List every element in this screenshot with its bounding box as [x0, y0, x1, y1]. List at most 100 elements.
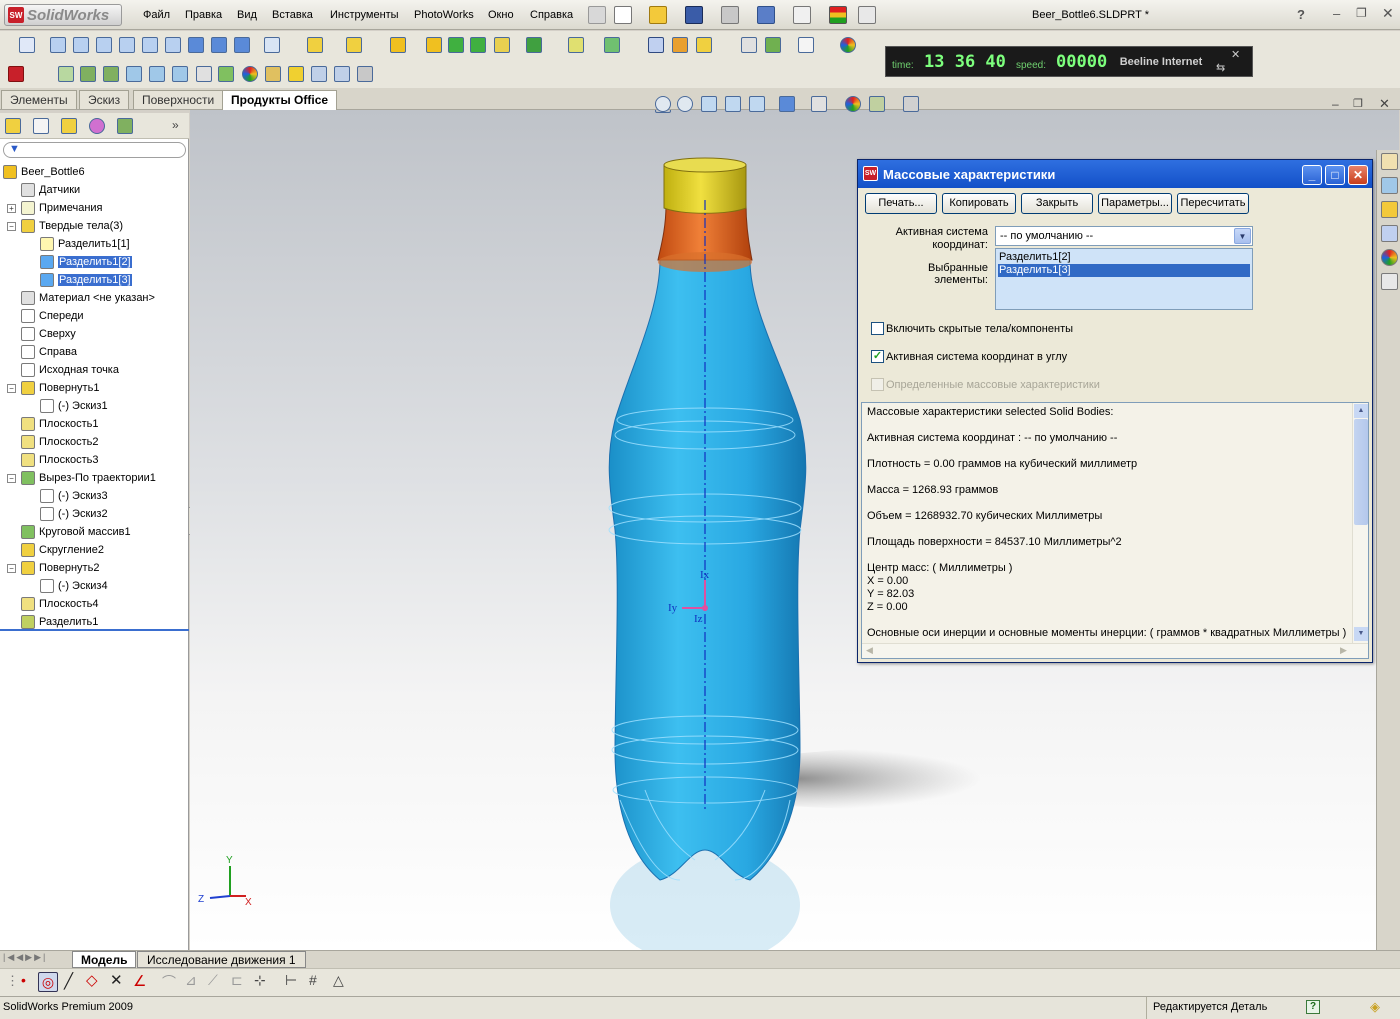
tree-item[interactable]: Датчики: [21, 181, 80, 199]
view-back-icon[interactable]: [73, 37, 89, 53]
pin-icon[interactable]: [588, 6, 606, 24]
circle-center-icon[interactable]: ◎: [38, 972, 58, 992]
help-icon[interactable]: ?: [1297, 7, 1305, 22]
select-icon[interactable]: [798, 37, 814, 53]
extend-icon[interactable]: ⊏: [231, 972, 243, 989]
menu-edit[interactable]: Правка: [185, 9, 222, 21]
print-icon[interactable]: [721, 6, 739, 24]
mass-properties-icon[interactable]: [672, 37, 688, 53]
scroll-right-icon[interactable]: ▶: [1340, 645, 1347, 656]
tree-item[interactable]: Плоскость2: [21, 433, 99, 451]
menu-window[interactable]: Окно: [488, 9, 514, 21]
offset-icon[interactable]: ⊿: [185, 972, 197, 989]
dimension-icon[interactable]: ⊢: [285, 972, 297, 989]
tree-item[interactable]: Плоскость4: [21, 595, 99, 613]
scroll-down-icon[interactable]: ▼: [1354, 627, 1368, 641]
fillet-icon[interactable]: [494, 37, 510, 53]
menu-tools[interactable]: Инструменты: [330, 9, 399, 21]
tree-item[interactable]: Сверху: [21, 325, 76, 343]
home-icon[interactable]: [1381, 153, 1398, 170]
chevron-down-icon[interactable]: ▼: [1234, 228, 1251, 244]
tree-item[interactable]: (-) Эскиз1: [40, 397, 108, 415]
expand-toggle-icon[interactable]: +: [7, 204, 16, 213]
select-arrow-icon[interactable]: [793, 6, 811, 24]
undo-icon[interactable]: [757, 6, 775, 24]
sweep-icon[interactable]: [448, 37, 464, 53]
zoom-area-icon[interactable]: [677, 96, 693, 112]
tree-item[interactable]: Разделить1[2]: [40, 253, 132, 271]
tag-icon[interactable]: ◈: [1370, 999, 1380, 1015]
render-selection-icon[interactable]: [103, 66, 119, 82]
convert-icon[interactable]: ⟋: [208, 972, 218, 989]
tree-item[interactable]: Разделить1[3]: [40, 271, 132, 289]
document-properties-icon[interactable]: [741, 37, 757, 53]
rebuild-icon[interactable]: [829, 6, 847, 24]
help-status-icon[interactable]: ?: [1306, 1000, 1320, 1014]
scroll-up-icon[interactable]: ▲: [1354, 404, 1368, 418]
tab-motion-study[interactable]: Исследование движения 1: [137, 951, 306, 968]
tree-item[interactable]: Материал <не указан>: [21, 289, 155, 307]
split-icon[interactable]: ⊹: [254, 972, 266, 989]
revolve-icon[interactable]: [426, 37, 442, 53]
dialog-close-button[interactable]: ✕: [1348, 165, 1368, 185]
close-icon[interactable]: ✕: [1382, 5, 1394, 22]
open-folder-icon[interactable]: [649, 6, 667, 24]
photoworks-tab-icon[interactable]: [117, 118, 133, 134]
check-icon[interactable]: [696, 37, 712, 53]
scenes-icon[interactable]: [869, 96, 885, 112]
selected-items-list[interactable]: Разделить1[2] Разделить1[3]: [995, 248, 1253, 310]
tab-model[interactable]: Модель: [72, 951, 137, 968]
preview-icon[interactable]: [334, 66, 350, 82]
menu-view[interactable]: Вид: [237, 9, 257, 21]
view-left-icon[interactable]: [96, 37, 112, 53]
mirror-icon[interactable]: ⌒: [162, 972, 176, 992]
expand-toggle-icon[interactable]: −: [7, 474, 16, 483]
tree-item[interactable]: (-) Эскиз4: [40, 577, 108, 595]
tree-item[interactable]: Скругление2: [21, 541, 104, 559]
dimxpert-tab-icon[interactable]: [89, 118, 105, 134]
options-icon[interactable]: [858, 6, 876, 24]
design-library-icon[interactable]: [1381, 177, 1398, 194]
selected-item-1[interactable]: Разделить1[2]: [998, 251, 1250, 264]
print-button[interactable]: Печать...: [865, 193, 937, 214]
loft-icon[interactable]: [470, 37, 486, 53]
menu-insert[interactable]: Вставка: [272, 9, 313, 21]
relations-icon[interactable]: △: [333, 972, 344, 989]
results-vscrollbar[interactable]: ▲ ▼: [1352, 403, 1368, 643]
file-explorer-icon[interactable]: [1381, 201, 1398, 218]
view-iso-icon[interactable]: [188, 37, 204, 53]
tree-item[interactable]: Плоскость3: [21, 451, 99, 469]
expand-toggle-icon[interactable]: −: [7, 384, 16, 393]
view-orientation-icon[interactable]: [749, 96, 765, 112]
lights-icon[interactable]: [288, 66, 304, 82]
render-to-file-icon[interactable]: [149, 66, 165, 82]
render-last-icon[interactable]: [126, 66, 142, 82]
viewport-close-icon[interactable]: ✕: [1379, 96, 1390, 112]
expand-toggle-icon[interactable]: −: [7, 222, 16, 231]
view-dimetric-icon[interactable]: [234, 37, 250, 53]
rollback-bar[interactable]: [0, 629, 189, 631]
view-palette-icon[interactable]: [1381, 225, 1398, 242]
tab-surfaces[interactable]: Поверхности: [133, 90, 224, 109]
parameters-button[interactable]: Параметры...: [1098, 193, 1172, 214]
dialog-minimize-button[interactable]: _: [1302, 165, 1322, 185]
tree-item[interactable]: Твердые тела(3): [21, 217, 123, 235]
coord-system-select[interactable]: -- по умолчанию -- ▼: [995, 226, 1253, 246]
reference-geometry-icon[interactable]: [568, 37, 584, 53]
copy-button[interactable]: Копировать: [942, 193, 1016, 214]
viewport-restore-icon[interactable]: ❐: [1353, 97, 1363, 110]
results-textarea[interactable]: Массовые характеристики selected Solid B…: [861, 402, 1369, 659]
tree-item[interactable]: (-) Эскиз2: [40, 505, 108, 523]
scene-icon[interactable]: [196, 66, 212, 82]
selected-item-2[interactable]: Разделить1[3]: [998, 264, 1250, 277]
tree-filter[interactable]: ▼: [3, 142, 186, 158]
tree-item[interactable]: Круговой массив1: [21, 523, 131, 541]
display-style-icon[interactable]: [779, 96, 795, 112]
corner-coord-checkbox[interactable]: ✓: [871, 350, 884, 363]
render-icon[interactable]: [58, 66, 74, 82]
zoom-fit-icon[interactable]: [655, 96, 671, 112]
tree-item[interactable]: Beer_Bottle6: [3, 163, 85, 181]
solidworks-logo[interactable]: SW SolidWorks: [4, 4, 122, 26]
tree-item[interactable]: (-) Эскиз3: [40, 487, 108, 505]
previous-view-icon[interactable]: [701, 96, 717, 112]
